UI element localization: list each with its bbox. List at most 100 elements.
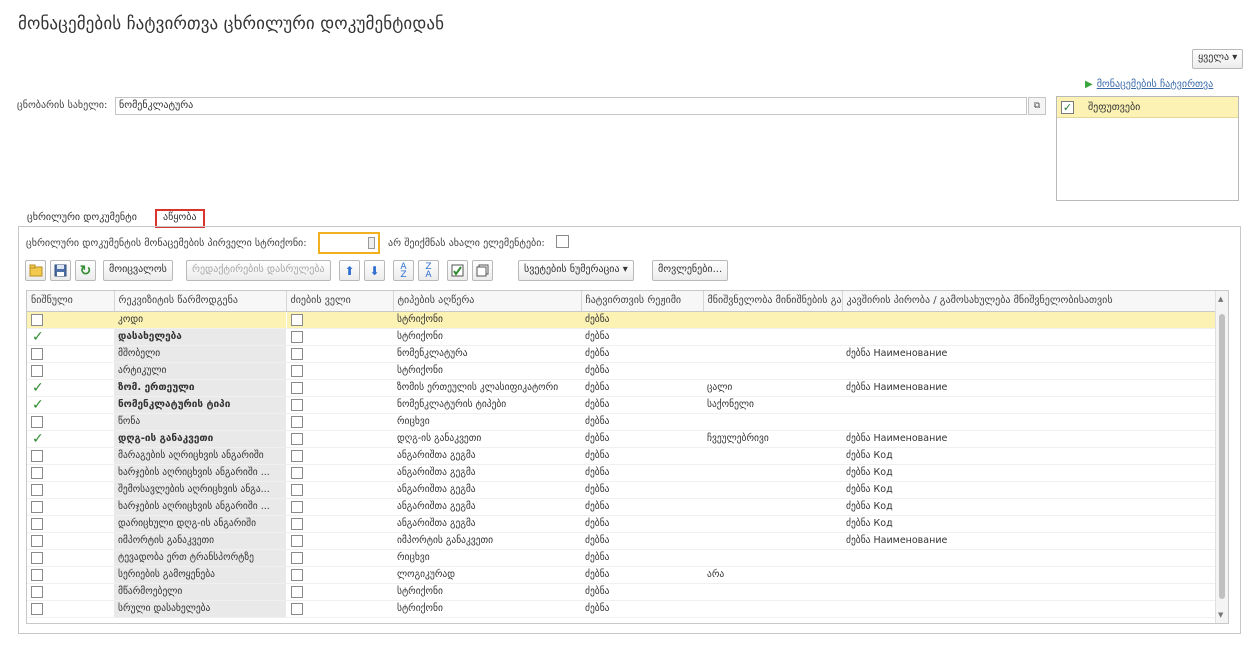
attribute-cell[interactable]: მწარმოებელი: [114, 583, 287, 601]
table-row[interactable]: სრული დასახელება სტრიქონი ძებნა: [27, 600, 1217, 618]
attribute-cell[interactable]: შემოსავლების აღრიცხვის ანგა...: [114, 481, 287, 499]
mark-cell[interactable]: ✓: [27, 379, 114, 397]
table-row[interactable]: მშობელი ნომენკლატურა ძებნა ძებნა Наименован…: [27, 345, 1217, 363]
search-field-checkbox[interactable]: [290, 313, 303, 326]
table-row[interactable]: წონა რიცხვი ძებნა: [27, 413, 1217, 431]
type-cell[interactable]: სტრიქონი: [393, 362, 581, 380]
load-mode-cell[interactable]: ძებნა: [581, 464, 703, 482]
table-row[interactable]: ხარჯების აღრიცხვის ანგარიში ... ანგარიშთა…: [27, 464, 1217, 482]
sort-asc-button[interactable]: AZ: [393, 260, 414, 281]
load-mode-cell[interactable]: ძებნა: [581, 583, 703, 601]
search-field-cell[interactable]: [286, 328, 393, 346]
default-value-cell[interactable]: [703, 515, 842, 533]
column-numbering-dropdown[interactable]: სვეტების ნუმერაცია ▾: [518, 260, 634, 281]
packaging-list[interactable]: ✓ შეფუთვები: [1056, 96, 1239, 201]
row-checkbox[interactable]: [31, 364, 43, 377]
table-row[interactable]: მარაგების აღრიცხვის ანგარიში ანგარიშთა გე…: [27, 447, 1217, 465]
type-cell[interactable]: დღგ-ის განაკვეთი: [393, 430, 581, 448]
default-value-cell[interactable]: [703, 464, 842, 482]
type-cell[interactable]: რიცხვი: [393, 549, 581, 567]
attribute-cell[interactable]: ზომ. ერთეული: [114, 379, 287, 397]
type-cell[interactable]: იმპორტის განაკვეთი: [393, 532, 581, 550]
search-field-checkbox[interactable]: [290, 398, 303, 411]
row-checkbox[interactable]: [31, 313, 43, 326]
type-cell[interactable]: ლოგიკურად: [393, 566, 581, 584]
sort-desc-button[interactable]: ZA: [418, 260, 439, 281]
search-field-cell[interactable]: [286, 498, 393, 516]
link-condition-cell[interactable]: [842, 362, 1217, 380]
attribute-cell[interactable]: წონა: [114, 413, 287, 431]
mark-cell[interactable]: [27, 566, 114, 584]
table-row[interactable]: ✓ ნომენკლატურის ტიპი ნომენკლატურის ტიპები ძ…: [27, 396, 1217, 414]
open-button[interactable]: [25, 260, 46, 281]
attribute-cell[interactable]: სერიების გამოყენება: [114, 566, 287, 584]
mark-cell[interactable]: [27, 600, 114, 618]
link-condition-cell[interactable]: ძებნა Код: [842, 515, 1217, 533]
table-row[interactable]: ხარჯების აღრიცხვის ანგარიში ... ანგარიშთა…: [27, 498, 1217, 516]
table-row[interactable]: კოდი სტრიქონი ძებნა: [27, 311, 1217, 329]
events-button[interactable]: მოვლენები...: [652, 260, 729, 281]
table-row[interactable]: ✓ დასახელება სტრიქონი ძებნა: [27, 328, 1217, 346]
search-field-cell[interactable]: [286, 396, 393, 414]
col-header-type[interactable]: ტიპების აღწერა: [393, 291, 582, 312]
mark-cell[interactable]: ✓: [27, 396, 114, 414]
link-condition-cell[interactable]: [842, 328, 1217, 346]
search-field-cell[interactable]: [286, 515, 393, 533]
load-mode-cell[interactable]: ძებნა: [581, 600, 703, 618]
mark-cell[interactable]: [27, 447, 114, 465]
default-value-cell[interactable]: [703, 328, 842, 346]
table-row[interactable]: ✓ ზომ. ერთეული ზომის ერთეულის კლასიფიკატორ…: [27, 379, 1217, 397]
search-field-checkbox[interactable]: [290, 347, 303, 360]
link-condition-cell[interactable]: ძებნა Наименование: [842, 345, 1217, 363]
checkmark-icon[interactable]: ✓: [32, 398, 44, 412]
search-field-checkbox[interactable]: [290, 602, 303, 615]
search-field-cell[interactable]: [286, 532, 393, 550]
type-cell[interactable]: სტრიქონი: [393, 600, 581, 618]
type-cell[interactable]: ანგარიშთა გეგმა: [393, 447, 581, 465]
checkmark-icon[interactable]: ✓: [32, 381, 44, 395]
default-value-cell[interactable]: [703, 532, 842, 550]
attribute-cell[interactable]: ხარჯების აღრიცხვის ანგარიში ...: [114, 464, 287, 482]
load-mode-cell[interactable]: ძებნა: [581, 549, 703, 567]
default-value-cell[interactable]: არა: [703, 566, 842, 584]
load-mode-cell[interactable]: ძებნა: [581, 413, 703, 431]
mark-cell[interactable]: [27, 583, 114, 601]
row-checkbox[interactable]: [31, 534, 43, 547]
packaging-checkbox[interactable]: ✓: [1061, 100, 1074, 114]
type-cell[interactable]: ანგარიშთა გეგმა: [393, 515, 581, 533]
link-condition-cell[interactable]: [842, 396, 1217, 414]
type-cell[interactable]: ანგარიშთა გეგმა: [393, 498, 581, 516]
col-header-load-mode[interactable]: ჩატვირთვის რეჟიმი: [581, 291, 704, 312]
load-mode-cell[interactable]: ძებნა: [581, 362, 703, 380]
no-new-elements-checkbox[interactable]: [556, 235, 569, 248]
default-value-cell[interactable]: [703, 549, 842, 567]
load-mode-cell[interactable]: ძებნა: [581, 328, 703, 346]
attribute-cell[interactable]: მარაგების აღრიცხვის ანგარიში: [114, 447, 287, 465]
search-field-cell[interactable]: [286, 311, 393, 329]
table-row[interactable]: იმპორტის განაკვეთი იმპორტის განაკვეთი ძებნ…: [27, 532, 1217, 550]
spin-icon[interactable]: [368, 237, 375, 249]
col-header-default[interactable]: მნიშვნელობა მინიშნების გარეშე: [703, 291, 843, 312]
load-mode-cell[interactable]: ძებნა: [581, 430, 703, 448]
mark-cell[interactable]: [27, 515, 114, 533]
mark-cell[interactable]: ✓: [27, 328, 114, 346]
row-checkbox[interactable]: [31, 517, 43, 530]
default-value-cell[interactable]: [703, 583, 842, 601]
load-mode-cell[interactable]: ძებნა: [581, 532, 703, 550]
row-checkbox[interactable]: [31, 347, 43, 360]
open-reference-button[interactable]: ⧉: [1028, 97, 1046, 115]
attribute-cell[interactable]: ტევადობა ერთ ტრანსპორტზე: [114, 549, 287, 567]
table-row[interactable]: ტევადობა ერთ ტრანსპორტზე რიცხვი ძებნა: [27, 549, 1217, 567]
table-row[interactable]: სერიების გამოყენება ლოგიკურად ძებნა არა: [27, 566, 1217, 584]
mark-cell[interactable]: [27, 464, 114, 482]
attribute-cell[interactable]: ხარჯების აღრიცხვის ანგარიში ...: [114, 498, 287, 516]
type-cell[interactable]: სტრიქონი: [393, 328, 581, 346]
type-cell[interactable]: ანგარიშთა გეგმა: [393, 464, 581, 482]
mark-cell[interactable]: [27, 345, 114, 363]
check-all-button[interactable]: [447, 260, 468, 281]
load-mode-cell[interactable]: ძებნა: [581, 379, 703, 397]
mark-cell[interactable]: [27, 498, 114, 516]
search-field-checkbox[interactable]: [290, 483, 303, 496]
load-data-link[interactable]: ▶ მონაცემების ჩატვირთვა: [1085, 79, 1213, 90]
row-checkbox[interactable]: [31, 568, 43, 581]
